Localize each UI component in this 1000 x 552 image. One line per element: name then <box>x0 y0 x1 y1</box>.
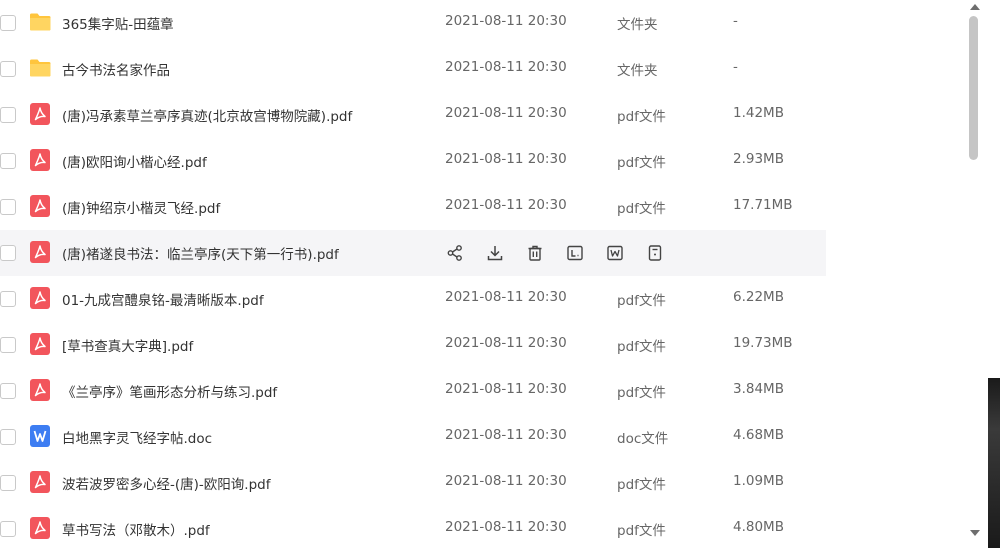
pdf-icon <box>30 471 50 493</box>
file-date: 2021-08-11 20:30 <box>445 59 567 75</box>
pdf-icon <box>30 379 50 401</box>
file-date: 2021-08-11 20:30 <box>445 519 567 535</box>
file-name[interactable]: (唐)褚遂良书法：临兰亭序(天下第一行书).pdf <box>62 243 339 263</box>
row-checkbox[interactable] <box>0 61 16 77</box>
file-date: 2021-08-11 20:30 <box>445 289 567 305</box>
file-type: pdf文件 <box>617 109 666 125</box>
row-checkbox[interactable] <box>0 15 16 31</box>
file-date: 2021-08-11 20:30 <box>445 335 567 351</box>
folder-icon <box>28 57 51 79</box>
file-row[interactable]: (唐)褚遂良书法：临兰亭序(天下第一行书).pdf <box>0 230 826 276</box>
scroll-up-arrow-icon[interactable] <box>970 4 980 10</box>
file-name[interactable]: 波若波罗密多心经-(唐)-欧阳询.pdf <box>62 473 270 493</box>
file-size: 3.84MB <box>733 381 784 397</box>
scroll-down-arrow-icon[interactable] <box>970 530 980 536</box>
row-checkbox[interactable] <box>0 429 16 445</box>
file-row[interactable]: 波若波罗密多心经-(唐)-欧阳询.pdf 2021-08-11 20:30 pdf文… <box>0 460 826 506</box>
file-row[interactable]: 古今书法名家作品 2021-08-11 20:30 文件夹 - <box>0 46 826 92</box>
file-date: 2021-08-11 20:30 <box>445 427 567 443</box>
pdf-icon <box>30 517 50 539</box>
file-type: 文件夹 <box>617 63 658 79</box>
file-size: 1.09MB <box>733 473 784 489</box>
row-checkbox[interactable] <box>0 475 16 491</box>
delete-icon[interactable] <box>525 243 545 263</box>
file-date: 2021-08-11 20:30 <box>445 473 567 489</box>
file-type: pdf文件 <box>617 201 666 217</box>
file-name[interactable]: 《兰亭序》笔画形态分析与练习.pdf <box>62 381 277 401</box>
file-type: pdf文件 <box>617 523 666 539</box>
file-name[interactable]: 01-九成宫醴泉铭-最清晰版本.pdf <box>62 289 264 309</box>
file-row[interactable]: (唐)欧阳询小楷心经.pdf 2021-08-11 20:30 pdf文件 2.93M… <box>0 138 826 184</box>
file-name[interactable]: 白地黑字灵飞经字帖.doc <box>62 427 212 447</box>
file-row[interactable]: 草书写法（邓散木）.pdf 2021-08-11 20:30 pdf文件 4.80MB <box>0 506 826 552</box>
file-date: 2021-08-11 20:30 <box>445 13 567 29</box>
file-type: doc文件 <box>617 431 669 447</box>
row-checkbox[interactable] <box>0 107 16 123</box>
pdf-icon <box>30 287 50 309</box>
rename-icon[interactable] <box>565 243 585 263</box>
row-checkbox[interactable] <box>0 291 16 307</box>
download-icon[interactable] <box>485 243 505 263</box>
pdf-icon <box>30 333 50 355</box>
file-size: 2.93MB <box>733 151 784 167</box>
file-size: 17.71MB <box>733 197 793 213</box>
file-type: pdf文件 <box>617 385 666 401</box>
file-row[interactable]: 01-九成宫醴泉铭-最清晰版本.pdf 2021-08-11 20:30 pdf文件… <box>0 276 826 322</box>
file-size: - <box>733 59 738 75</box>
file-date: 2021-08-11 20:30 <box>445 105 567 121</box>
file-size: 19.73MB <box>733 335 793 351</box>
file-name[interactable]: (唐)钟绍京小楷灵飞经.pdf <box>62 197 220 217</box>
file-name[interactable]: (唐)欧阳询小楷心经.pdf <box>62 151 207 171</box>
pdf-icon <box>30 195 50 217</box>
file-size: - <box>733 13 738 29</box>
pdf-icon <box>30 149 50 171</box>
file-row[interactable]: [草书查真大字典].pdf 2021-08-11 20:30 pdf文件 19.73M… <box>0 322 826 368</box>
file-size: 4.68MB <box>733 427 784 443</box>
row-checkbox[interactable] <box>0 337 16 353</box>
row-actions <box>445 243 685 263</box>
file-type: pdf文件 <box>617 155 666 171</box>
file-name[interactable]: (唐)冯承素草兰亭序真迹(北京故宫博物院藏).pdf <box>62 105 352 125</box>
window-edge <box>988 378 1000 548</box>
pdf-icon <box>30 241 50 263</box>
share-icon[interactable] <box>445 243 465 263</box>
file-row[interactable]: (唐)钟绍京小楷灵飞经.pdf 2021-08-11 20:30 pdf文件 17.7… <box>0 184 826 230</box>
file-size: 6.22MB <box>733 289 784 305</box>
file-name[interactable]: 古今书法名家作品 <box>62 59 170 79</box>
file-row[interactable]: (唐)冯承素草兰亭序真迹(北京故宫博物院藏).pdf 2021-08-11 20:… <box>0 92 826 138</box>
file-row[interactable]: 《兰亭序》笔画形态分析与练习.pdf 2021-08-11 20:30 pdf文件 3… <box>0 368 826 414</box>
file-type: pdf文件 <box>617 339 666 355</box>
folder-icon <box>28 11 51 33</box>
row-checkbox[interactable] <box>0 199 16 215</box>
row-checkbox[interactable] <box>0 383 16 399</box>
scrollbar-thumb[interactable] <box>969 16 978 160</box>
file-type: pdf文件 <box>617 477 666 493</box>
file-date: 2021-08-11 20:30 <box>445 151 567 167</box>
more-info-icon[interactable] <box>645 243 665 263</box>
file-date: 2021-08-11 20:30 <box>445 381 567 397</box>
pdf-icon <box>30 103 50 125</box>
file-name[interactable]: [草书查真大字典].pdf <box>62 335 193 355</box>
file-name[interactable]: 草书写法（邓散木）.pdf <box>62 519 210 539</box>
row-checkbox[interactable] <box>0 245 16 261</box>
file-type: 文件夹 <box>617 17 658 33</box>
row-checkbox[interactable] <box>0 153 16 169</box>
file-row[interactable]: 白地黑字灵飞经字帖.doc 2021-08-11 20:30 doc文件 4.68MB <box>0 414 826 460</box>
row-checkbox[interactable] <box>0 521 16 537</box>
file-list: 365集字贴-田蕴章 2021-08-11 20:30 文件夹 - 古今书法名家作品 20… <box>0 0 826 552</box>
file-size: 1.42MB <box>733 105 784 121</box>
file-name[interactable]: 365集字贴-田蕴章 <box>62 13 174 33</box>
doc-icon <box>30 425 50 447</box>
move-icon[interactable] <box>605 243 625 263</box>
file-row[interactable]: 365集字贴-田蕴章 2021-08-11 20:30 文件夹 - <box>0 0 826 46</box>
file-date: 2021-08-11 20:30 <box>445 197 567 213</box>
file-size: 4.80MB <box>733 519 784 535</box>
file-type: pdf文件 <box>617 293 666 309</box>
